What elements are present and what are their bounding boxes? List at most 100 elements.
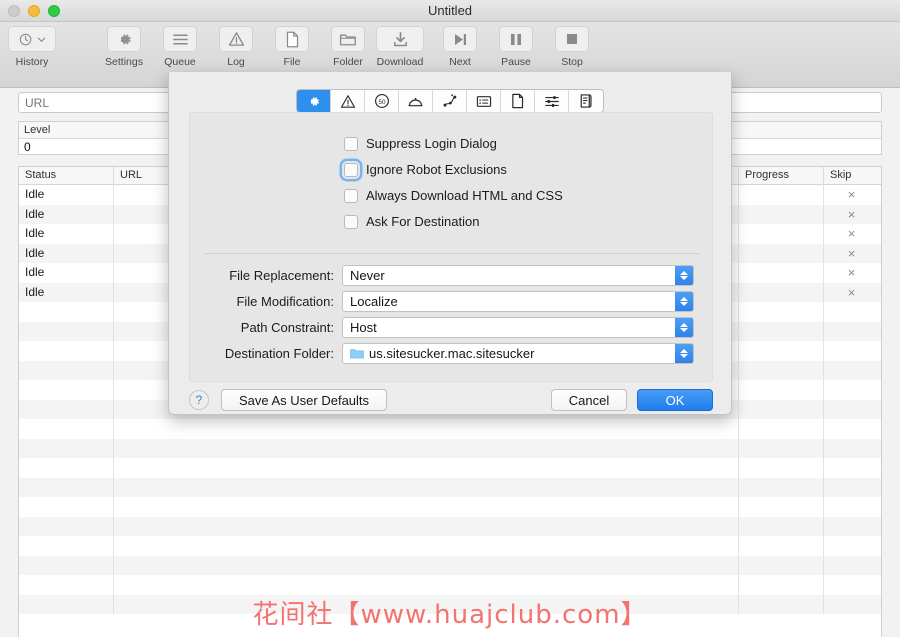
help-button[interactable]: ?: [189, 390, 209, 410]
clock-history-icon: [19, 32, 34, 47]
popup-button-file-replacement[interactable]: Never: [342, 265, 694, 286]
network-nodes-icon: [442, 93, 458, 109]
field-row-destination-folder: Destination Folder: us.sitesucker.mac.sit…: [190, 343, 714, 364]
cell-skip[interactable]: ×: [824, 224, 879, 244]
panel-divider: [204, 253, 700, 254]
toolbar-left-group: History: [4, 26, 60, 68]
document-page-icon: [511, 93, 524, 109]
settings-button[interactable]: [107, 26, 141, 52]
toolbar-label-settings: Settings: [105, 56, 143, 68]
save-as-user-defaults-button[interactable]: Save As User Defaults: [221, 389, 387, 411]
skip-close-icon[interactable]: ×: [848, 246, 856, 261]
document-page-icon: [285, 31, 300, 48]
column-header-progress[interactable]: Progress: [739, 167, 824, 185]
toolbar-item-next[interactable]: Next: [432, 26, 488, 68]
checkbox-focus-ring: [342, 135, 360, 153]
cancel-button[interactable]: Cancel: [551, 389, 627, 411]
settings-tab-script-scroll[interactable]: [569, 90, 603, 112]
stepper-arrows-icon[interactable]: [675, 344, 693, 363]
settings-tab-gear[interactable]: [297, 90, 331, 112]
toolbar-item-queue[interactable]: Queue: [152, 26, 208, 68]
settings-tab-sliders[interactable]: [535, 90, 569, 112]
download-arrow-icon: [392, 31, 409, 48]
table-row-empty[interactable]: [19, 497, 881, 517]
table-row-empty[interactable]: [19, 575, 881, 595]
download-button[interactable]: [376, 26, 424, 52]
next-button[interactable]: [443, 26, 477, 52]
toolbar-item-settings[interactable]: Settings: [96, 26, 152, 68]
table-row-empty[interactable]: [19, 438, 881, 458]
settings-dialog: 50 Suppress Login Dialog Ignore Robot Exc…: [168, 72, 732, 415]
log-button[interactable]: [219, 26, 253, 52]
cell-skip[interactable]: ×: [824, 205, 879, 225]
cell-progress: [739, 185, 824, 205]
cell-progress: [739, 224, 824, 244]
table-row-empty[interactable]: [19, 594, 881, 614]
cell-status: Idle: [19, 204, 114, 224]
settings-tab-document-page[interactable]: [501, 90, 535, 112]
checkbox-suppress-login-dialog[interactable]: [344, 136, 358, 151]
checkbox-ask-for-destination[interactable]: [344, 214, 358, 229]
toolbar-item-stop[interactable]: Stop: [544, 26, 600, 68]
title-bar: Untitled: [0, 0, 900, 22]
file-button[interactable]: [275, 26, 309, 52]
toolbar-label-file: File: [283, 56, 301, 68]
table-row-empty[interactable]: [19, 419, 881, 439]
settings-tab-form-list[interactable]: [467, 90, 501, 112]
checkbox-row[interactable]: Suppress Login Dialog: [342, 133, 563, 154]
popup-button-path-constraint[interactable]: Host: [342, 317, 694, 338]
settings-tab-network-nodes[interactable]: [433, 90, 467, 112]
table-row-empty[interactable]: [19, 536, 881, 556]
column-header-status[interactable]: Status: [19, 167, 114, 185]
stepper-arrows-icon[interactable]: [675, 318, 693, 337]
settings-tab-server-dome[interactable]: [399, 90, 433, 112]
checkbox-label: Ignore Robot Exclusions: [366, 162, 507, 177]
speed-limit-icon: 50: [374, 93, 390, 109]
cell-skip[interactable]: ×: [824, 244, 879, 264]
pause-button[interactable]: [499, 26, 533, 52]
checkbox-row[interactable]: Ignore Robot Exclusions: [342, 159, 563, 180]
toolbar-item-download[interactable]: Download: [368, 26, 432, 68]
stop-button[interactable]: [555, 26, 589, 52]
table-row-empty[interactable]: [19, 458, 881, 478]
chevron-down-icon: [37, 35, 46, 44]
list-lines-icon: [172, 32, 189, 47]
settings-tab-warning-triangle[interactable]: [331, 90, 365, 112]
cell-skip[interactable]: ×: [824, 283, 879, 303]
skip-close-icon[interactable]: ×: [848, 207, 856, 222]
settings-tab-speed-limit[interactable]: 50: [365, 90, 399, 112]
skip-close-icon[interactable]: ×: [848, 285, 856, 300]
skip-close-icon[interactable]: ×: [848, 187, 856, 202]
history-button[interactable]: [8, 26, 56, 52]
checkbox-always-download-html-and-css[interactable]: [344, 188, 358, 203]
checkbox-row[interactable]: Always Download HTML and CSS: [342, 185, 563, 206]
skip-close-icon[interactable]: ×: [848, 226, 856, 241]
field-label-destination-folder: Destination Folder:: [224, 346, 334, 361]
table-row-empty[interactable]: [19, 555, 881, 575]
cell-status: Idle: [19, 243, 114, 263]
skip-close-icon[interactable]: ×: [848, 265, 856, 280]
checkbox-row[interactable]: Ask For Destination: [342, 211, 563, 232]
table-row-empty[interactable]: [19, 477, 881, 497]
checkbox-ignore-robot-exclusions[interactable]: [344, 162, 358, 177]
toolbar-label-download: Download: [376, 56, 424, 68]
column-header-skip[interactable]: Skip: [824, 167, 879, 185]
cell-skip[interactable]: ×: [824, 263, 879, 283]
popup-button-file-modification[interactable]: Localize: [342, 291, 694, 312]
stepper-arrows-icon[interactable]: [675, 292, 693, 311]
folder-button[interactable]: [331, 26, 365, 52]
toolbar-item-file[interactable]: File: [264, 26, 320, 68]
toolbar-label-next: Next: [449, 56, 471, 68]
queue-button[interactable]: [163, 26, 197, 52]
table-row-empty[interactable]: [19, 516, 881, 536]
cell-skip[interactable]: ×: [824, 185, 879, 205]
toolbar-item-log[interactable]: Log: [208, 26, 264, 68]
folder-icon: [350, 348, 364, 359]
ok-button[interactable]: OK: [637, 389, 713, 411]
field-row-path-constraint: Path Constraint: Host: [190, 317, 714, 338]
toolbar-item-history[interactable]: History: [4, 26, 60, 68]
popup-button-destination-folder[interactable]: us.sitesucker.mac.sitesucker: [342, 343, 694, 364]
stepper-arrows-icon[interactable]: [675, 266, 693, 285]
popup-value: Localize: [350, 294, 398, 309]
toolbar-item-pause[interactable]: Pause: [488, 26, 544, 68]
